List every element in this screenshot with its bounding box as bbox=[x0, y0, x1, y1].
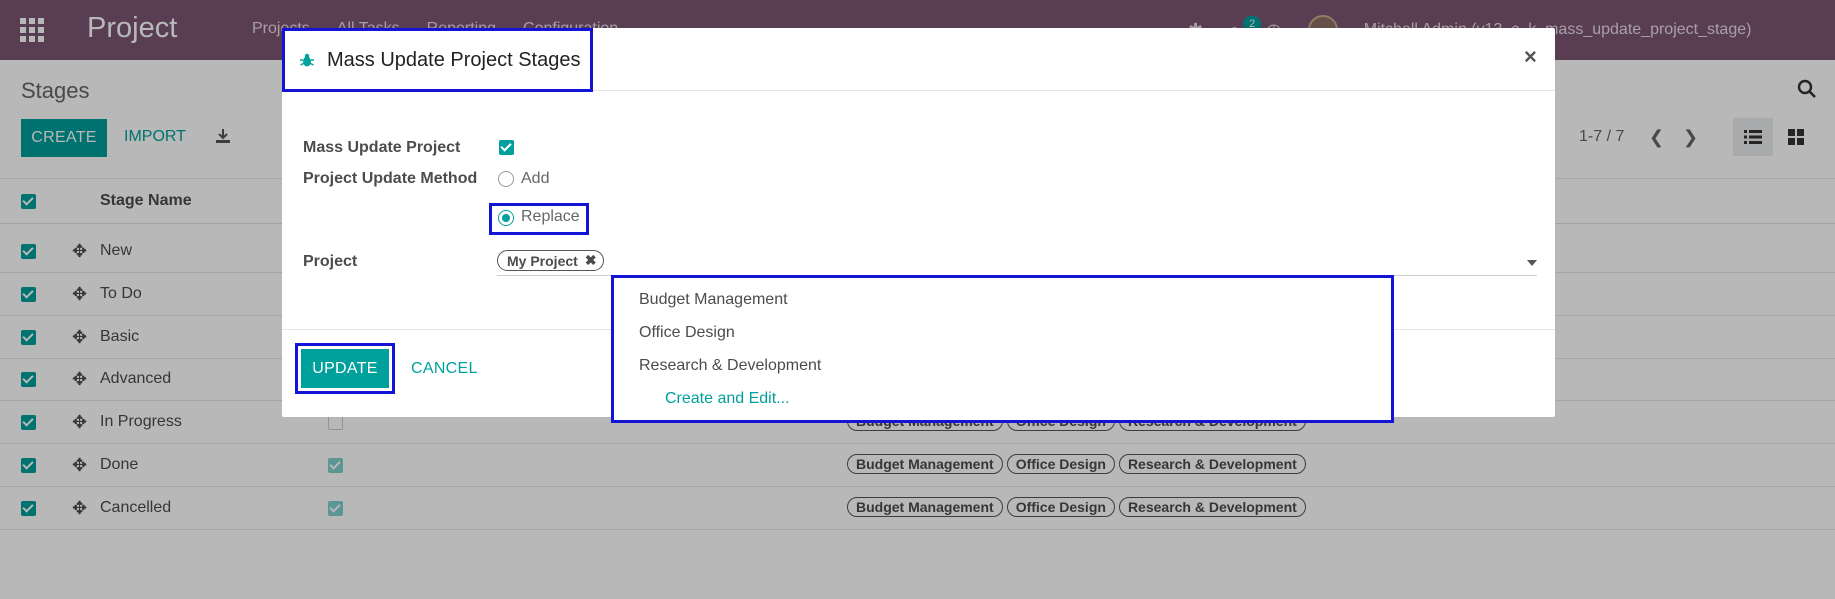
dropdown-option[interactable]: Office Design bbox=[639, 324, 735, 342]
dropdown-option[interactable]: Budget Management bbox=[639, 291, 788, 309]
mass-update-project-checkbox[interactable] bbox=[499, 140, 514, 155]
radio-add-label[interactable]: Add bbox=[521, 170, 549, 188]
dropdown-option[interactable]: Research & Development bbox=[639, 357, 821, 375]
mass-update-dialog: Mass Update Project Stages × Mass Update… bbox=[282, 28, 1555, 423]
close-icon[interactable]: × bbox=[1524, 44, 1537, 70]
project-label: Project bbox=[303, 253, 358, 270]
selected-project-tag: My Project ✖ bbox=[497, 250, 604, 271]
project-update-method-label: Project Update Method bbox=[303, 170, 478, 187]
modal-title: Mass Update Project Stages bbox=[327, 48, 581, 71]
project-autocomplete-dropdown: Budget Management Office Design Research… bbox=[611, 275, 1394, 423]
update-button[interactable]: UPDATE bbox=[301, 349, 389, 388]
bug-icon bbox=[300, 53, 314, 67]
modal-header: Mass Update Project Stages × bbox=[282, 28, 1555, 92]
selected-project-tag-label: My Project bbox=[507, 252, 578, 269]
chevron-down-icon[interactable] bbox=[1527, 260, 1537, 266]
radio-add[interactable] bbox=[498, 171, 514, 187]
mass-update-project-label: Mass Update Project bbox=[303, 139, 461, 156]
create-and-edit-option[interactable]: Create and Edit... bbox=[665, 390, 790, 408]
radio-replace-label[interactable]: Replace bbox=[521, 208, 580, 226]
radio-replace[interactable] bbox=[498, 210, 514, 226]
cancel-button[interactable]: CANCEL bbox=[411, 360, 478, 378]
modal-title-highlight: Mass Update Project Stages bbox=[282, 28, 593, 92]
remove-tag-icon[interactable]: ✖ bbox=[585, 252, 597, 269]
update-highlight: UPDATE bbox=[295, 343, 395, 394]
project-many2many-input[interactable]: My Project ✖ bbox=[497, 250, 1537, 276]
